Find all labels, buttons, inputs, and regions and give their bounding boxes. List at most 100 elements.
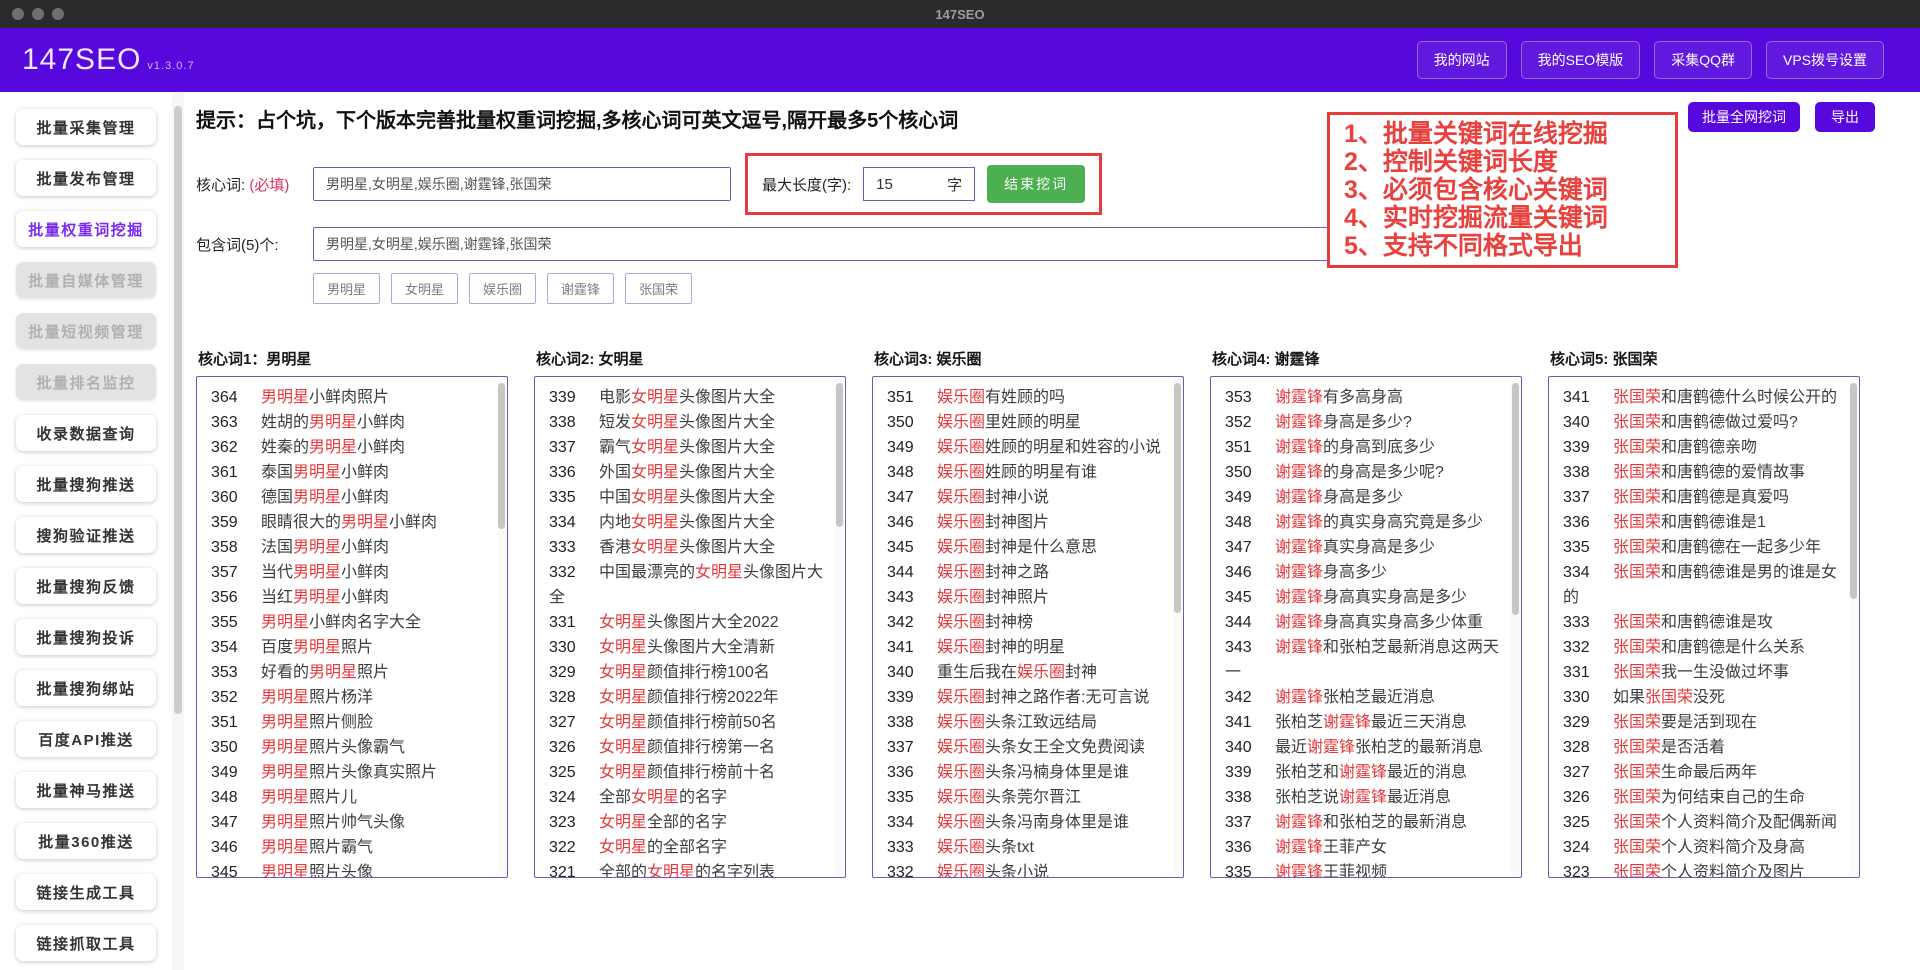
core-word-input[interactable] — [313, 167, 731, 201]
window-zoom-button[interactable] — [52, 8, 64, 20]
sidebar-item-8[interactable]: 批量搜狗推送 — [16, 466, 156, 502]
sidebar-item-9[interactable]: 搜狗验证推送 — [16, 517, 156, 553]
list-scrollbar[interactable] — [497, 379, 506, 875]
export-button[interactable]: 导出 — [1815, 102, 1875, 132]
keyword-tag-2[interactable]: 女明星 — [391, 273, 458, 304]
keyword-list-1[interactable]: 364男明星小鲜肉照片363姓胡的男明星小鲜肉362姓秦的男明星小鲜肉361泰国… — [196, 376, 508, 878]
keyword-index: 332 — [1563, 635, 1599, 660]
keyword-tag-1[interactable]: 男明星 — [313, 273, 380, 304]
keyword-row: 342谢霆锋张柏芝最近消息 — [1225, 685, 1509, 710]
keyword-text: 张国荣要是活到现在 — [1613, 714, 1757, 731]
keyword-text: 张国荣和唐鹤德的爱情故事 — [1613, 464, 1805, 481]
keyword-row: 341张国荣和唐鹤德什么时候公开的 — [1563, 385, 1847, 410]
highlighted-core-word: 张国荣 — [1613, 839, 1661, 856]
keyword-text: 张国荣个人资料简介及配偶新闻 — [1613, 814, 1837, 831]
highlighted-core-word: 娱乐圈 — [937, 439, 985, 456]
highlighted-core-word: 娱乐圈 — [937, 814, 985, 831]
keyword-tag-5[interactable]: 张国荣 — [625, 273, 692, 304]
keyword-text: 娱乐圈头条女王全文免费阅读 — [937, 739, 1145, 756]
keyword-text: 百度男明星照片 — [261, 639, 373, 656]
sidebar-scrollbar[interactable] — [172, 92, 184, 970]
keyword-index: 350 — [211, 735, 247, 760]
header-nav-collect-qq-group[interactable]: 采集QQ群 — [1654, 41, 1752, 79]
highlighted-core-word: 娱乐圈 — [937, 639, 985, 656]
keyword-index: 336 — [887, 760, 923, 785]
keyword-tag-4[interactable]: 谢霆锋 — [547, 273, 614, 304]
window-close-button[interactable] — [12, 8, 24, 20]
keyword-tag-3[interactable]: 娱乐圈 — [469, 273, 536, 304]
keyword-text: 娱乐圈姓顾的明星和姓容的小说 — [937, 439, 1161, 456]
sidebar-item-13[interactable]: 百度API推送 — [16, 721, 156, 757]
keyword-row: 355男明星小鲜肉名字大全 — [211, 610, 495, 635]
list-scrollbar[interactable] — [835, 379, 844, 875]
keyword-text: 最近谢霆锋张柏芝的最新消息 — [1275, 739, 1483, 756]
max-length-input[interactable] — [876, 176, 926, 193]
column-header-2: 核心词2: 女明星 — [536, 348, 846, 369]
sidebar-item-12[interactable]: 批量搜狗绑站 — [16, 670, 156, 706]
highlighted-core-word: 谢霆锋 — [1275, 589, 1323, 606]
list-scrollbar-thumb[interactable] — [1850, 383, 1857, 599]
keyword-index: 358 — [211, 535, 247, 560]
keyword-text: 外国女明星头像图片大全 — [599, 464, 775, 481]
keyword-index: 361 — [211, 460, 247, 485]
sidebar-item-15[interactable]: 批量360推送 — [16, 823, 156, 859]
header-nav-vps-dial-settings[interactable]: VPS拨号设置 — [1766, 41, 1884, 79]
keyword-index: 349 — [887, 435, 923, 460]
annotation-line-2: 2、控制关键词长度 — [1344, 148, 1663, 176]
sidebar-item-10[interactable]: 批量搜狗反馈 — [16, 568, 156, 604]
app-logo: 147SEOv1.3.0.7 — [22, 43, 195, 77]
sidebar-item-1[interactable]: 批量采集管理 — [16, 109, 156, 145]
keyword-list-2[interactable]: 339电影女明星头像图片大全338短发女明星头像图片大全337霸气女明星头像图片… — [534, 376, 846, 878]
keyword-list-5[interactable]: 341张国荣和唐鹤德什么时候公开的340张国荣和唐鹤德做过爱吗?339张国荣和唐… — [1548, 376, 1860, 878]
list-scrollbar-thumb[interactable] — [1512, 383, 1519, 615]
keyword-row: 339张国荣和唐鹤德亲吻 — [1563, 435, 1847, 460]
keyword-row: 324张国荣个人资料简介及身高 — [1563, 835, 1847, 860]
sidebar-item-2[interactable]: 批量发布管理 — [16, 160, 156, 196]
keyword-row: 358法国男明星小鲜肉 — [211, 535, 495, 560]
keyword-text: 全部女明星的名字 — [599, 789, 727, 806]
sidebar-scrollbar-thumb[interactable] — [174, 106, 182, 714]
header-nav-my-website[interactable]: 我的网站 — [1417, 41, 1507, 79]
keyword-list-4[interactable]: 353谢霆锋有多高身高352谢霆锋身高是多少?351谢霆锋的身高到底多少350谢… — [1210, 376, 1522, 878]
sidebar-item-14[interactable]: 批量神马推送 — [16, 772, 156, 808]
highlighted-core-word: 男明星 — [261, 814, 309, 831]
highlighted-core-word: 张国荣 — [1613, 489, 1661, 506]
keyword-index: 347 — [211, 810, 247, 835]
list-scrollbar[interactable] — [1173, 379, 1182, 875]
sidebar-item-17[interactable]: 链接抓取工具 — [16, 925, 156, 961]
keyword-text: 张国荣个人资料简介及图片 — [1613, 864, 1805, 878]
sidebar-item-7[interactable]: 收录数据查询 — [16, 415, 156, 451]
keyword-row: 330如果张国荣没死 — [1563, 685, 1847, 710]
header-nav-my-seo-template[interactable]: 我的SEO模版 — [1521, 41, 1641, 79]
highlighted-core-word: 女明星 — [599, 764, 647, 781]
keyword-text: 当代男明星小鲜肉 — [261, 564, 389, 581]
keyword-index: 339 — [1563, 435, 1599, 460]
list-scrollbar-thumb[interactable] — [498, 383, 505, 529]
sidebar-item-3[interactable]: 批量权重词挖掘 — [16, 211, 156, 247]
mine-all-network-button[interactable]: 批量全网挖词 — [1688, 102, 1800, 132]
keyword-column-3: 核心词3: 娱乐圈351娱乐圈有姓顾的吗350娱乐圈里姓顾的明星349娱乐圈姓顾… — [872, 348, 1184, 878]
window-minimize-button[interactable] — [32, 8, 44, 20]
sidebar-item-16[interactable]: 链接生成工具 — [16, 874, 156, 910]
list-scrollbar-thumb[interactable] — [1174, 383, 1181, 613]
keyword-row: 322女明星的全部名字 — [549, 835, 833, 860]
finish-mining-button[interactable]: 结束挖词 — [987, 165, 1085, 203]
highlighted-core-word: 男明星 — [261, 764, 309, 781]
sidebar: 批量采集管理批量发布管理批量权重词挖掘批量自媒体管理批量短视频管理批量排名监控收… — [0, 92, 172, 970]
keyword-row: 326女明星颜值排行榜第一名 — [549, 735, 833, 760]
keyword-list-3[interactable]: 351娱乐圈有姓顾的吗350娱乐圈里姓顾的明星349娱乐圈姓顾的明星和姓容的小说… — [872, 376, 1184, 878]
keyword-index: 348 — [887, 460, 923, 485]
sidebar-item-5: 批量短视频管理 — [16, 313, 156, 349]
keyword-index: 345 — [887, 535, 923, 560]
keyword-text: 张国荣和唐鹤德是什么关系 — [1613, 639, 1805, 656]
include-word-input[interactable] — [313, 227, 1415, 261]
list-scrollbar-thumb[interactable] — [836, 383, 843, 527]
keyword-text: 女明星的全部名字 — [599, 839, 727, 856]
keyword-index: 328 — [549, 685, 585, 710]
sidebar-item-11[interactable]: 批量搜狗投诉 — [16, 619, 156, 655]
list-scrollbar[interactable] — [1511, 379, 1520, 875]
highlighted-core-word: 娱乐圈 — [937, 689, 985, 706]
list-scrollbar[interactable] — [1849, 379, 1858, 875]
keyword-row: 363姓胡的男明星小鲜肉 — [211, 410, 495, 435]
keyword-row: 329张国荣要是活到现在 — [1563, 710, 1847, 735]
